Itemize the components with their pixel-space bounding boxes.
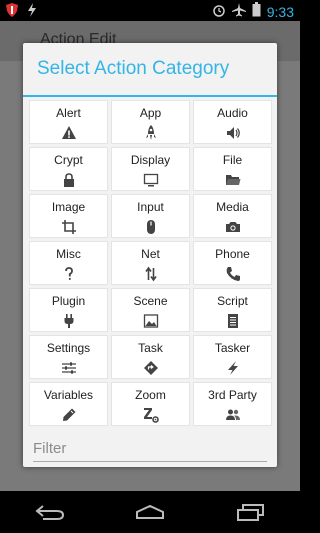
shield-icon [6,3,18,22]
category-label: Settings [46,341,91,355]
camera-icon [224,218,242,236]
rocket-icon [142,124,160,142]
lock-icon [60,171,78,189]
plug-icon [60,312,78,330]
people-icon [224,406,242,424]
category-label: Alert [56,106,81,120]
category-label: Audio [217,106,248,120]
category-grid: Alert App Audio Crypt Display File Image [29,100,272,426]
category-audio[interactable]: Audio [193,100,272,144]
category-label: Net [141,247,160,261]
monitor-icon [142,171,160,189]
category-crypt[interactable]: Crypt [29,147,108,191]
lightning-icon [26,3,38,22]
crop-icon [60,218,78,236]
category-phone[interactable]: Phone [193,241,272,285]
category-label: Phone [215,247,250,261]
alarm-icon [212,3,226,22]
title-divider [23,95,277,97]
home-button[interactable] [125,497,175,527]
picture-icon [142,312,160,330]
category-label: Script [217,294,248,308]
battery-icon [252,2,261,22]
category-label: Task [138,341,163,355]
folder-icon [224,171,242,189]
document-icon [224,312,242,330]
category-3rd-party[interactable]: 3rd Party [193,382,272,426]
recent-apps-button[interactable] [225,497,275,527]
category-label: Variables [43,388,94,402]
category-label: Crypt [54,153,83,167]
category-label: App [139,106,162,120]
category-scene[interactable]: Scene [111,288,190,332]
warning-icon [60,124,78,142]
category-settings[interactable]: Settings [29,335,108,379]
airplane-icon [231,2,246,22]
category-net[interactable]: Net [111,241,190,285]
category-script[interactable]: Script [193,288,272,332]
status-bar: 9:33 [0,0,300,21]
pencil-icon [60,406,78,424]
category-input[interactable]: Input [111,194,190,238]
category-plugin[interactable]: Plugin [29,288,108,332]
category-media[interactable]: Media [193,194,272,238]
back-icon [35,505,65,520]
question-icon [60,265,78,283]
category-label: Display [130,153,171,167]
recent-apps-icon [237,504,264,521]
category-label: Media [216,200,249,214]
speaker-icon [224,124,242,142]
category-tasker[interactable]: Tasker [193,335,272,379]
home-icon [136,504,164,519]
select-action-category-dialog: Select Action Category Alert App Audio C… [23,43,277,467]
category-label: 3rd Party [208,388,257,402]
transfer-arrows-icon [142,265,160,283]
category-app[interactable]: App [111,100,190,144]
diamond-arrow-icon [142,359,160,377]
category-label: File [222,153,243,167]
filter-input[interactable] [33,440,267,457]
category-label: Misc [56,247,81,261]
zoom-gear-icon [142,406,160,424]
category-variables[interactable]: Variables [29,382,108,426]
mouse-icon [142,218,160,236]
phone-icon [224,265,242,283]
category-label: Plugin [51,294,86,308]
back-button[interactable] [25,497,75,527]
category-task[interactable]: Task [111,335,190,379]
navigation-bar [0,491,300,533]
category-label: Input [137,200,164,214]
category-file[interactable]: File [193,147,272,191]
category-display[interactable]: Display [111,147,190,191]
sliders-icon [60,359,78,377]
category-zoom[interactable]: Zoom [111,382,190,426]
dialog-title: Select Action Category [37,58,230,79]
category-label: Zoom [135,388,166,402]
filter-field [33,440,267,462]
status-time: 9:33 [266,4,294,20]
category-label: Image [51,200,86,214]
category-image[interactable]: Image [29,194,108,238]
category-misc[interactable]: Misc [29,241,108,285]
category-label: Tasker [214,341,251,355]
category-label: Scene [133,294,168,308]
lightning-icon [224,359,242,377]
category-alert[interactable]: Alert [29,100,108,144]
